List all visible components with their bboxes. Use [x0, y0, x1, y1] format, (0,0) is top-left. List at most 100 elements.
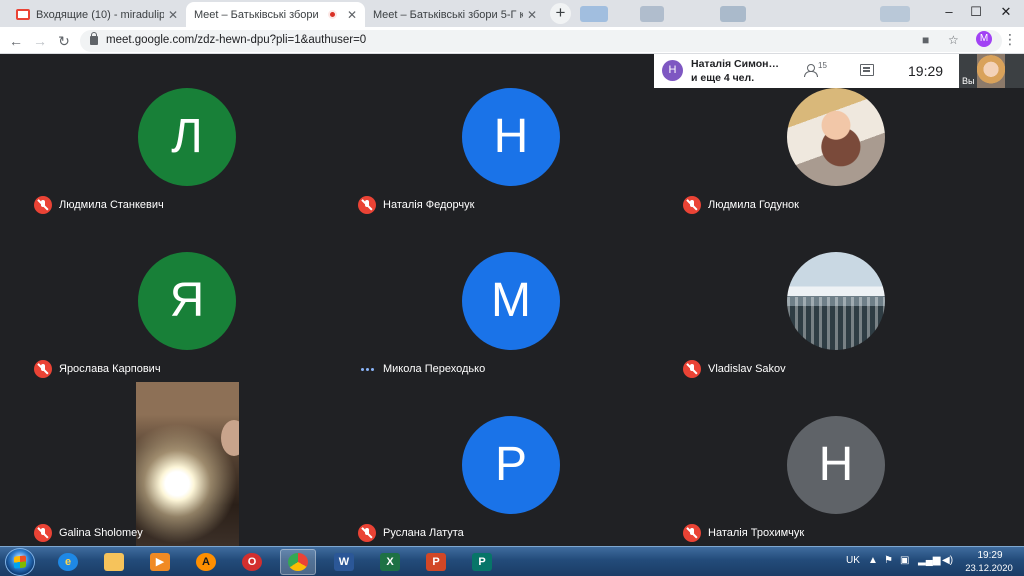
participant-avatar: Н: [787, 416, 885, 514]
participant-name: Galina Sholomey: [59, 527, 143, 539]
new-tab-button[interactable]: +: [550, 3, 571, 24]
participant-avatar: Н: [462, 88, 560, 186]
participant-name: Vladislav Sakov: [708, 363, 786, 375]
participant-name: Людмила Станкевич: [59, 199, 164, 211]
address-bar[interactable]: meet.google.com/zdz-hewn-dpu?pli=1&authu…: [80, 30, 1002, 52]
tab-title: Meet – Батьківські збори 5-Г кл: [373, 8, 523, 21]
participant-name-row: Ярослава Карпович: [34, 360, 161, 378]
others-count: и еще 4 чел.: [691, 72, 755, 84]
network-device-icon[interactable]: ▣: [900, 555, 909, 566]
ie-icon[interactable]: e: [50, 549, 86, 575]
participant-name: Наталія Трохимчук: [708, 527, 805, 539]
participant-tile[interactable]: Н Наталія Трохимчук: [675, 384, 999, 548]
participant-name-row: Микола Переходько: [358, 360, 485, 378]
self-label: Вы: [962, 76, 975, 86]
participant-tile[interactable]: Н Наталія Федорчук: [350, 56, 674, 220]
minimize-icon[interactable]: –: [939, 4, 959, 19]
avast-icon[interactable]: A: [188, 549, 224, 575]
lock-icon: [90, 32, 98, 45]
participant-tile[interactable]: Я Ярослава Карпович: [26, 220, 350, 384]
media-player-icon[interactable]: ▶: [142, 549, 178, 575]
host-avatar: Н: [662, 60, 683, 81]
tab-strip: Входящие (10) - miradulipa@gm ✕ Meet – Б…: [0, 0, 1024, 27]
host-name: Наталія Симон…: [691, 58, 779, 70]
mic-off-icon: [683, 196, 701, 214]
participant-tile[interactable]: М Микола Переходько: [350, 220, 674, 384]
language-indicator[interactable]: UK: [846, 555, 860, 566]
tab-title: Meet – Батьківські збори 11: [194, 8, 322, 21]
participant-tile[interactable]: Galina Sholomey: [26, 384, 350, 548]
participant-avatar: Я: [138, 252, 236, 350]
participant-name: Ярослава Карпович: [59, 363, 161, 375]
clock-time[interactable]: 19:29: [965, 550, 1015, 561]
profile-avatar[interactable]: M: [976, 31, 992, 47]
self-view[interactable]: Вы: [959, 54, 1024, 88]
close-tab-icon[interactable]: ✕: [347, 8, 357, 22]
flag-icon[interactable]: ⚑: [884, 555, 893, 566]
publisher-icon[interactable]: P: [464, 549, 500, 575]
reload-icon[interactable]: ↻: [54, 31, 74, 51]
participant-name: Людмила Годунок: [708, 199, 799, 211]
toolbar: ← → ↻ meet.google.com/zdz-hewn-dpu?pli=1…: [0, 27, 1024, 54]
tab-gmail[interactable]: Входящие (10) - miradulipa@gm ✕: [8, 2, 186, 27]
powerpoint-icon[interactable]: P: [418, 549, 454, 575]
back-icon[interactable]: ←: [6, 31, 26, 51]
close-window-icon[interactable]: ✕: [996, 4, 1016, 20]
participant-avatar: Р: [462, 416, 560, 514]
participant-avatar: М: [462, 252, 560, 350]
volume-icon[interactable]: ◀): [942, 555, 953, 566]
close-tab-icon[interactable]: ✕: [527, 8, 537, 22]
chrome-icon[interactable]: [280, 549, 316, 575]
tab-title: Входящие (10) - miradulipa@gm: [36, 8, 164, 21]
blurred-background-icon: [880, 6, 910, 22]
mic-off-icon: [34, 524, 52, 542]
participant-name-row: Наталія Федорчук: [358, 196, 474, 214]
meeting-info-bar: Н Наталія Симон… и еще 4 чел. 15 19:29: [654, 54, 959, 88]
blurred-background-icon: [580, 6, 608, 22]
forward-icon[interactable]: →: [30, 31, 50, 51]
participant-tile[interactable]: Vladislav Sakov: [675, 220, 999, 384]
participant-avatar: Л: [138, 88, 236, 186]
mic-off-icon: [358, 196, 376, 214]
tab-meet-5g[interactable]: Meet – Батьківські збори 5-Г кл ✕: [365, 2, 545, 27]
participant-name-row: Galina Sholomey: [34, 524, 143, 542]
gmail-icon: [16, 9, 30, 20]
show-hidden-icons-icon[interactable]: ▲: [868, 555, 878, 566]
speaking-indicator-icon: [358, 360, 376, 378]
participants-count: 15: [818, 61, 827, 70]
meeting-clock: 19:29: [908, 63, 944, 79]
clock-date[interactable]: 23.12.2020: [960, 563, 1018, 574]
excel-icon[interactable]: X: [372, 549, 408, 575]
signal-icon[interactable]: ▂▄▆: [918, 555, 940, 566]
participant-photo: [787, 88, 885, 186]
participant-photo: [787, 252, 885, 350]
explorer-icon[interactable]: [96, 549, 132, 575]
blurred-background-icon: [720, 6, 746, 22]
maximize-icon[interactable]: ☐: [966, 4, 986, 20]
camera-icon[interactable]: ■: [922, 33, 929, 47]
participant-name: Наталія Федорчук: [383, 199, 475, 211]
chat-icon[interactable]: [860, 64, 874, 76]
participant-name-row: Наталія Трохимчук: [683, 524, 804, 542]
tab-meet-active[interactable]: Meet – Батьківські збори 11 ✕: [186, 2, 365, 27]
browser-menu-icon[interactable]: ⋮: [1003, 31, 1017, 48]
participant-name-row: Людмила Годунок: [683, 196, 799, 214]
participant-name-row: Vladislav Sakov: [683, 360, 786, 378]
participant-tile[interactable]: Л Людмила Станкевич: [26, 56, 350, 220]
mic-off-icon: [683, 360, 701, 378]
close-tab-icon[interactable]: ✕: [168, 8, 178, 22]
bookmark-star-icon[interactable]: ☆: [948, 33, 959, 47]
mic-off-icon: [34, 196, 52, 214]
self-video: [977, 54, 1005, 88]
word-icon[interactable]: W: [326, 549, 362, 575]
opera-icon[interactable]: O: [234, 549, 270, 575]
participant-name-row: Людмила Станкевич: [34, 196, 164, 214]
participant-tile[interactable]: Р Руслана Латута: [350, 384, 674, 548]
mic-off-icon: [358, 524, 376, 542]
blurred-background-icon: [640, 6, 664, 22]
url-text: meet.google.com/zdz-hewn-dpu?pli=1&authu…: [106, 34, 367, 46]
start-button[interactable]: [5, 548, 35, 576]
participant-name-row: Руслана Латута: [358, 524, 464, 542]
participant-name: Руслана Латута: [383, 527, 464, 539]
participant-name: Микола Переходько: [383, 363, 486, 375]
